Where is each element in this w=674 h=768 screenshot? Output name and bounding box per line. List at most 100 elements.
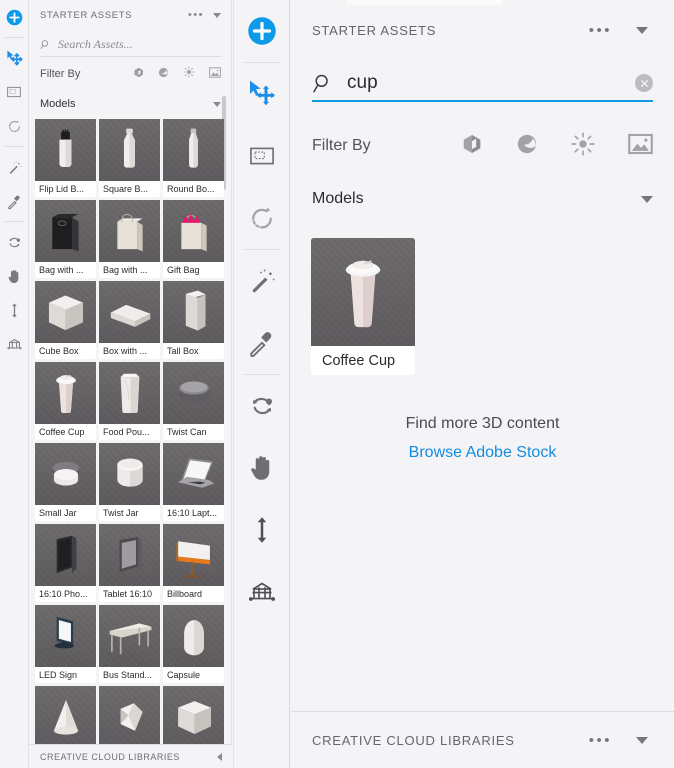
ground-plane-tool[interactable] xyxy=(0,327,29,361)
asset-cell[interactable]: Square B... xyxy=(99,119,160,197)
asset-thumbnail[interactable] xyxy=(35,524,96,586)
asset-thumbnail[interactable] xyxy=(35,605,96,667)
asset-cell[interactable]: Box with ... xyxy=(99,281,160,359)
creative-cloud-libraries-header[interactable]: CREATIVE CLOUD LIBRARIES ••• xyxy=(291,712,674,768)
images-picture-icon[interactable] xyxy=(628,133,653,160)
ground-plane-tool[interactable] xyxy=(233,561,290,623)
select-move-tool[interactable] xyxy=(233,63,290,125)
eyedropper-tool[interactable] xyxy=(233,312,290,374)
asset-thumbnail[interactable] xyxy=(35,443,96,505)
models-section-header[interactable]: Models xyxy=(40,91,221,117)
materials-sphere-icon[interactable] xyxy=(158,65,169,83)
scene-frame-tool[interactable] xyxy=(233,125,290,187)
chevron-down-icon[interactable] xyxy=(641,195,653,203)
pan-tool[interactable] xyxy=(233,437,290,499)
slide-tool[interactable] xyxy=(233,499,290,561)
select-move-tool[interactable] xyxy=(0,41,29,75)
asset-thumbnail[interactable] xyxy=(99,281,160,343)
slide-tool[interactable] xyxy=(0,293,29,327)
vertical-arrows-icon xyxy=(257,517,266,543)
chevron-down-icon[interactable] xyxy=(636,26,648,34)
asset-thumbnail[interactable] xyxy=(35,281,96,343)
search-assets-field[interactable]: Search Assets... xyxy=(40,33,221,57)
lights-sun-icon[interactable] xyxy=(571,131,595,161)
asset-thumbnail[interactable] xyxy=(311,238,415,346)
asset-cell[interactable]: Bus Stand... xyxy=(99,605,160,683)
rotate-object-tool[interactable] xyxy=(0,225,29,259)
asset-thumbnail[interactable] xyxy=(163,443,224,505)
asset-label: Cube Box xyxy=(35,343,96,359)
left-panel-options-button[interactable]: ••• xyxy=(188,9,204,21)
asset-thumbnail[interactable] xyxy=(163,362,224,424)
chevron-down-icon[interactable] xyxy=(213,101,221,107)
materials-sphere-icon[interactable] xyxy=(516,133,538,160)
asset-cell[interactable]: Bag with ... xyxy=(35,200,96,278)
asset-thumbnail[interactable] xyxy=(163,281,224,343)
asset-thumbnail[interactable] xyxy=(99,605,160,667)
search-icon xyxy=(313,74,328,92)
asset-cell[interactable]: 16:10 Lapt... xyxy=(163,443,224,521)
asset-thumbnail[interactable] xyxy=(99,524,160,586)
asset-cell[interactable]: LED Sign xyxy=(35,605,96,683)
images-picture-icon[interactable] xyxy=(209,65,221,83)
asset-thumbnail[interactable] xyxy=(163,200,224,262)
asset-cell[interactable]: 16:10 Pho... xyxy=(35,524,96,602)
asset-label: Square B... xyxy=(99,181,160,197)
asset-thumbnail[interactable] xyxy=(99,443,160,505)
lights-sun-icon[interactable] xyxy=(183,65,195,83)
asset-thumbnail[interactable] xyxy=(35,686,96,748)
chevron-down-icon[interactable] xyxy=(213,12,221,18)
creative-cloud-libraries-header-collapsed[interactable]: CREATIVE CLOUD LIBRARIES xyxy=(29,744,232,768)
asset-cell[interactable]: Capsule xyxy=(163,605,224,683)
scene-frame-tool[interactable] xyxy=(0,75,29,109)
rotate-object-tool[interactable] xyxy=(233,375,290,437)
models-cube-icon[interactable] xyxy=(461,133,483,160)
asset-thumbnail[interactable] xyxy=(99,119,160,181)
chevron-left-icon[interactable] xyxy=(217,752,222,761)
asset-thumbnail[interactable] xyxy=(35,362,96,424)
asset-cell[interactable]: Gift Bag xyxy=(163,200,224,278)
asset-cell[interactable] xyxy=(99,686,160,748)
clear-search-button[interactable] xyxy=(635,74,653,92)
add-object-tool[interactable] xyxy=(0,0,29,34)
magic-wand-tool[interactable] xyxy=(233,250,290,312)
eyedropper-tool[interactable] xyxy=(0,184,29,218)
asset-thumbnail[interactable] xyxy=(35,200,96,262)
chevron-down-icon[interactable] xyxy=(636,736,648,744)
asset-thumbnail[interactable] xyxy=(163,524,224,586)
models-cube-icon[interactable] xyxy=(133,65,144,83)
search-result-cell[interactable]: Coffee Cup xyxy=(311,238,415,375)
asset-thumbnail[interactable] xyxy=(99,362,160,424)
asset-cell[interactable]: Flip Lid B... xyxy=(35,119,96,197)
asset-cell[interactable] xyxy=(35,686,96,748)
asset-cell[interactable]: Food Pou... xyxy=(99,362,160,440)
pan-tool[interactable] xyxy=(0,259,29,293)
asset-cell[interactable]: Tall Box xyxy=(163,281,224,359)
search-assets-input[interactable]: cup xyxy=(312,66,653,102)
add-object-tool[interactable] xyxy=(233,0,290,62)
right-footer-options-button[interactable]: ••• xyxy=(589,733,612,748)
asset-cell[interactable]: Billboard xyxy=(163,524,224,602)
asset-cell[interactable]: Twist Jar xyxy=(99,443,160,521)
asset-cell[interactable]: Cube Box xyxy=(35,281,96,359)
asset-cell[interactable] xyxy=(163,686,224,748)
asset-thumbnail[interactable] xyxy=(99,686,160,748)
asset-thumbnail[interactable] xyxy=(163,605,224,667)
asset-cell[interactable]: Round Bo... xyxy=(163,119,224,197)
models-section-header[interactable]: Models xyxy=(312,184,653,214)
asset-cell[interactable]: Small Jar xyxy=(35,443,96,521)
starter-assets-panel-collapsed: STARTER ASSETS ••• Search Assets... Filt… xyxy=(29,0,232,768)
asset-thumbnail[interactable] xyxy=(163,686,224,748)
orbit-tool[interactable] xyxy=(0,109,29,143)
orbit-tool[interactable] xyxy=(233,187,290,249)
asset-cell[interactable]: Tablet 16:10 xyxy=(99,524,160,602)
browse-adobe-stock-link[interactable]: Browse Adobe Stock xyxy=(291,444,674,462)
right-panel-options-button[interactable]: ••• xyxy=(589,23,612,38)
asset-cell[interactable]: Twist Can xyxy=(163,362,224,440)
asset-cell[interactable]: Coffee Cup xyxy=(35,362,96,440)
asset-thumbnail[interactable] xyxy=(99,200,160,262)
asset-cell[interactable]: Bag with ... xyxy=(99,200,160,278)
asset-thumbnail[interactable] xyxy=(35,119,96,181)
asset-thumbnail[interactable] xyxy=(163,119,224,181)
magic-wand-tool[interactable] xyxy=(0,150,29,184)
